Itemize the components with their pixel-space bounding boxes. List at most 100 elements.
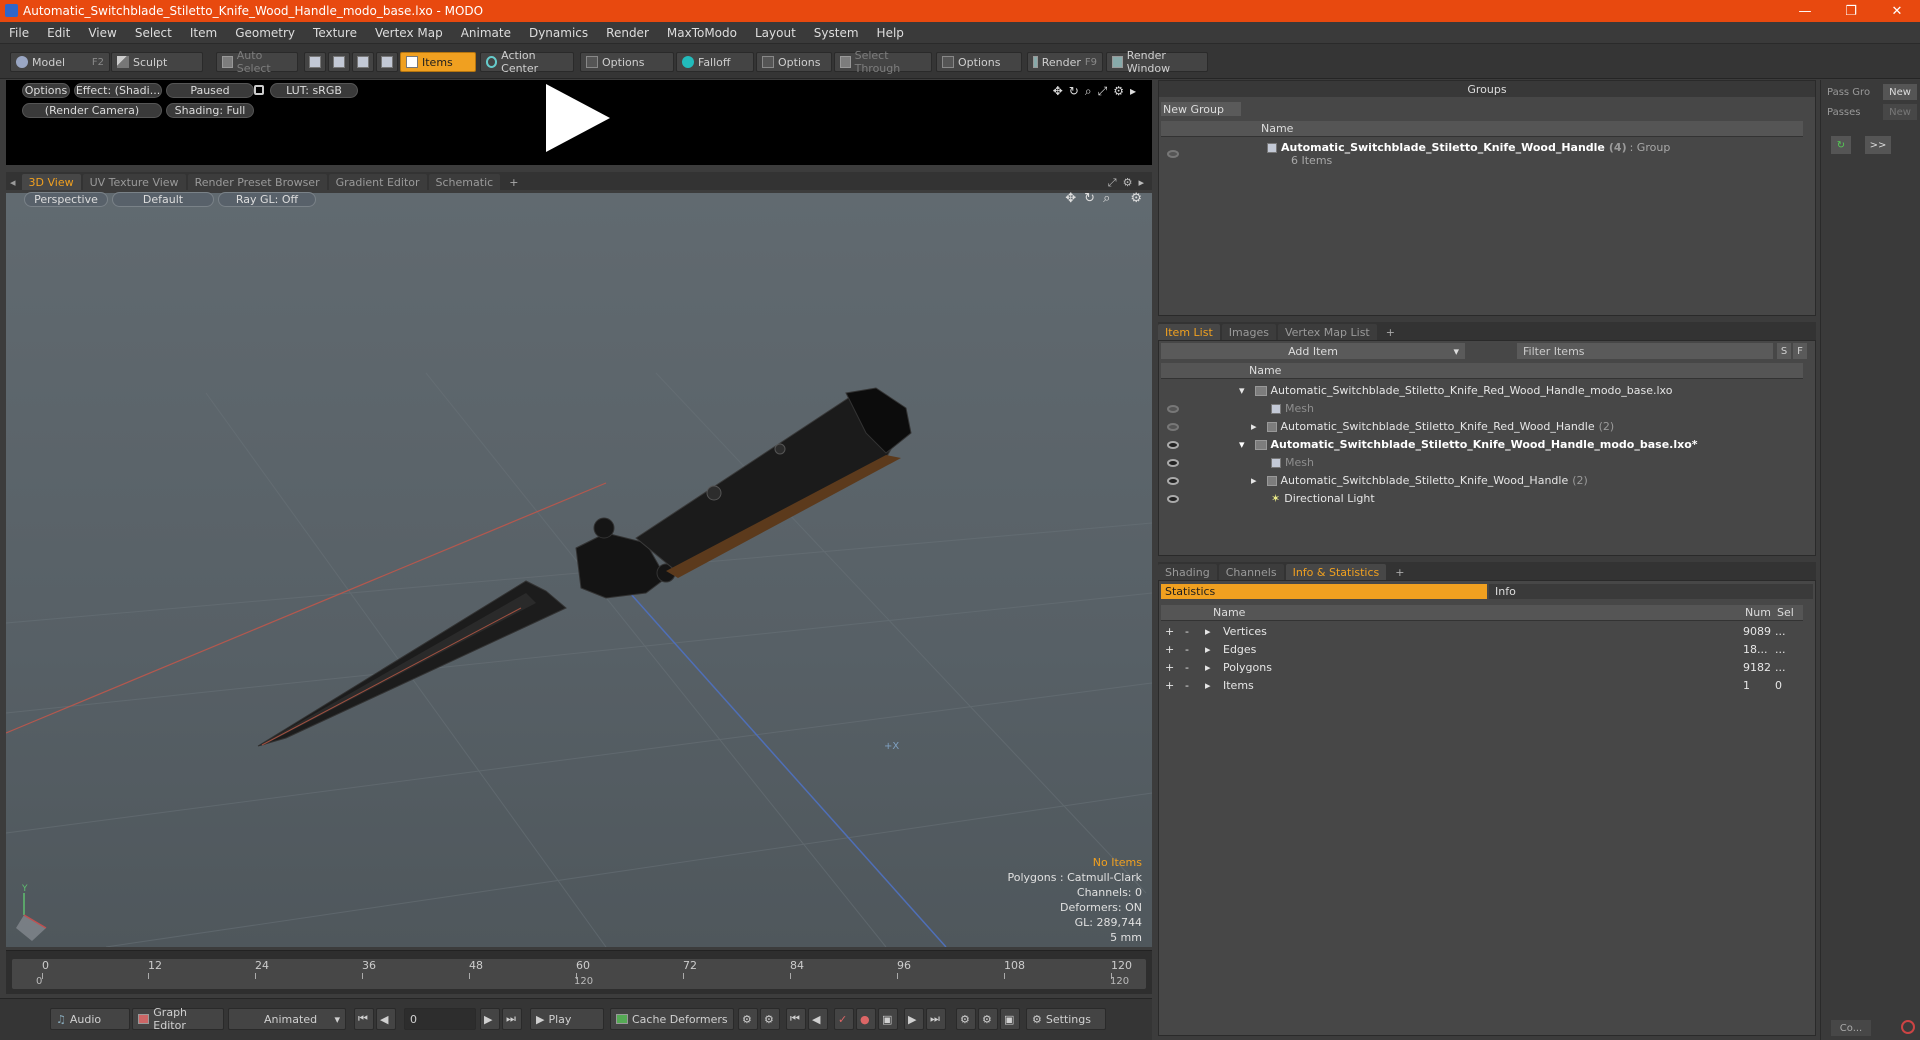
skip-to-end-button[interactable]: ⏭ [502,1008,522,1030]
eye-icon[interactable] [1167,150,1179,158]
effect-dropdown[interactable]: Effect: (Shadi... [74,83,162,98]
timeline-ruler[interactable]: 0 12 24 36 48 60 72 84 96 108 120 0 120 … [12,959,1146,989]
scene-row-red[interactable]: ▾ Automatic_Switchblade_Stiletto_Knife_R… [1239,382,1672,399]
new-group-button[interactable]: New Group [1161,102,1241,116]
key-tool-button[interactable]: ⚙ [738,1008,758,1030]
vertices-mode-button[interactable] [304,52,326,72]
action-center-button[interactable]: Action Center [480,49,574,75]
stats-row-edges[interactable]: + - ▸ Edges 18... ... [1165,641,1805,658]
materials-mode-button[interactable] [376,52,398,72]
tab-schematic[interactable]: Schematic [428,174,501,190]
expand-button[interactable]: >> [1865,136,1891,154]
eye-icon[interactable] [1167,441,1179,449]
perspective-dropdown[interactable]: Perspective [24,192,108,207]
animated-dropdown[interactable]: Animated ▾ [228,1008,346,1030]
timeline[interactable]: 0 12 24 36 48 60 72 84 96 108 120 0 120 … [6,950,1152,994]
sculpt-mode-button[interactable]: Sculpt [111,52,203,72]
prev-frame-key-button[interactable]: ◀ [808,1008,828,1030]
tab-uv-texture-view[interactable]: UV Texture View [82,174,186,190]
menu-vertex-map[interactable]: Vertex Map [366,26,452,40]
directional-light-row[interactable]: ✶ Directional Light [1271,490,1375,507]
menu-geometry[interactable]: Geometry [226,26,304,40]
eye-icon[interactable] [1167,423,1179,431]
tab-info-statistics[interactable]: Info & Statistics [1285,564,1387,580]
tab-3d-view[interactable]: 3D View [21,174,81,190]
f-filter-button[interactable]: F [1793,343,1807,359]
s-filter-button[interactable]: S [1777,343,1791,359]
info-tab-button[interactable]: Info [1489,584,1813,599]
arrow-right-icon[interactable]: ▸ [1130,84,1136,99]
auto-key-button[interactable]: ▣ [878,1008,898,1030]
set-key-button[interactable]: ✓ [834,1008,854,1030]
render-button[interactable]: Render F9 [1027,52,1103,72]
co-button[interactable]: Co... [1831,1020,1871,1036]
select-through-button[interactable]: Select Through [834,49,932,75]
shading-dropdown[interactable]: Shading: Full [166,103,254,118]
menu-render[interactable]: Render [597,26,658,40]
menu-help[interactable]: Help [868,26,913,40]
viewport-panel-menu-icon[interactable]: ◂ [6,174,20,190]
lock-icon[interactable] [254,85,264,95]
record-icon[interactable] [1901,1020,1915,1034]
new-pass-group-button[interactable]: New [1883,84,1917,100]
plus-icon[interactable]: + [1165,643,1185,656]
maximize-icon[interactable]: ⤢ [1098,84,1108,99]
stats-row-polygons[interactable]: + - ▸ Polygons 9182 ... [1165,659,1805,676]
step-back-button[interactable]: ◀ [376,1008,396,1030]
menu-layout[interactable]: Layout [746,26,805,40]
menu-animate[interactable]: Animate [452,26,520,40]
next-frame-key-button[interactable]: ▶ [904,1008,924,1030]
plus-icon[interactable]: + [1165,625,1185,638]
menu-dynamics[interactable]: Dynamics [520,26,597,40]
gear-icon[interactable]: ⚙ [1123,176,1133,190]
tab-images[interactable]: Images [1221,324,1276,340]
plus-icon[interactable]: + [1165,661,1185,674]
next-key-button[interactable]: ⏭ [926,1008,946,1030]
eye-icon[interactable] [1167,477,1179,485]
eye-icon[interactable] [1167,405,1179,413]
record-button[interactable]: ● [856,1008,876,1030]
move-icon[interactable]: ✥ [1065,191,1076,206]
preview-options-button[interactable]: Options [22,83,70,98]
menu-maxtomodo[interactable]: MaxToModo [658,26,746,40]
menu-select[interactable]: Select [126,26,181,40]
3d-viewport[interactable]: +X Y No Items Polygons : Catmull-Clark C… [6,193,1152,947]
gear-icon[interactable]: ⚙ [1130,191,1142,206]
key-options-button-3[interactable]: ▣ [1000,1008,1020,1030]
scene-row-wood[interactable]: ▾ Automatic_Switchblade_Stiletto_Knife_W… [1239,436,1698,453]
filter-items-input[interactable]: Filter Items [1517,343,1773,359]
settings-button[interactable]: ⚙ Settings [1026,1008,1106,1030]
auto-select-button[interactable]: Auto Select [216,49,298,75]
model-mode-button[interactable]: Model F2 [10,52,110,72]
tab-shading[interactable]: Shading [1158,564,1217,580]
add-tab-button[interactable]: + [1388,564,1411,580]
plus-icon[interactable]: + [1165,679,1185,692]
statistics-tab-button[interactable]: Statistics [1161,584,1487,599]
key-options-button-2[interactable]: ⚙ [978,1008,998,1030]
key-options-button[interactable]: ⚙ [956,1008,976,1030]
skip-to-start-button[interactable]: ⏮ [354,1008,374,1030]
render-window-button[interactable]: Render Window [1106,49,1208,75]
action-center-options-button[interactable]: Options [580,52,674,72]
stats-row-items[interactable]: + - ▸ Items 1 0 [1165,677,1805,694]
refresh-icon[interactable]: ↻ [1831,136,1851,154]
lut-dropdown[interactable]: LUT: sRGB [270,83,358,98]
falloff-options-button[interactable]: Options [756,52,832,72]
tab-vertex-map-list[interactable]: Vertex Map List [1277,324,1377,340]
polygons-mode-button[interactable] [352,52,374,72]
close-button[interactable]: ✕ [1874,0,1920,22]
maximize-icon[interactable]: ⤢ [1108,176,1117,190]
group-locator-row-red[interactable]: ▸ Automatic_Switchblade_Stiletto_Knife_R… [1251,418,1614,435]
stats-row-vertices[interactable]: + - ▸ Vertices 9089 ... [1165,623,1805,640]
minimize-button[interactable]: — [1782,0,1828,22]
menu-view[interactable]: View [79,26,125,40]
zoom-icon[interactable]: ⌕ [1085,84,1092,99]
key-tool-button-2[interactable]: ⚙ [760,1008,780,1030]
minus-icon[interactable]: - [1185,625,1205,638]
eye-icon[interactable] [1167,495,1179,503]
add-tab-button[interactable]: + [1379,324,1402,340]
minus-icon[interactable]: - [1185,661,1205,674]
menu-edit[interactable]: Edit [38,26,79,40]
mesh-row[interactable]: Mesh [1271,454,1314,471]
new-pass-button[interactable]: New [1883,104,1917,120]
